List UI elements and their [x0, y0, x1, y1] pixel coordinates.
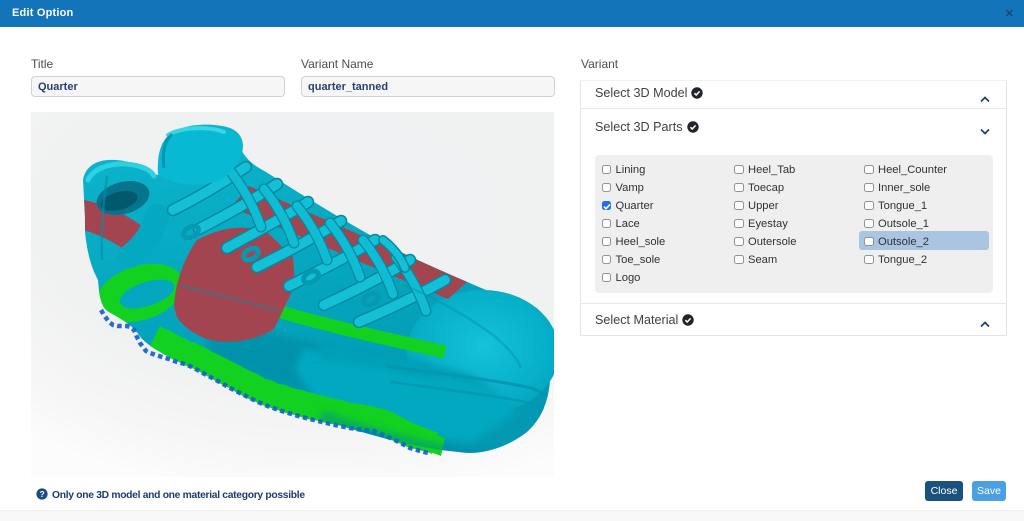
svg-text:?: ?	[40, 490, 45, 499]
